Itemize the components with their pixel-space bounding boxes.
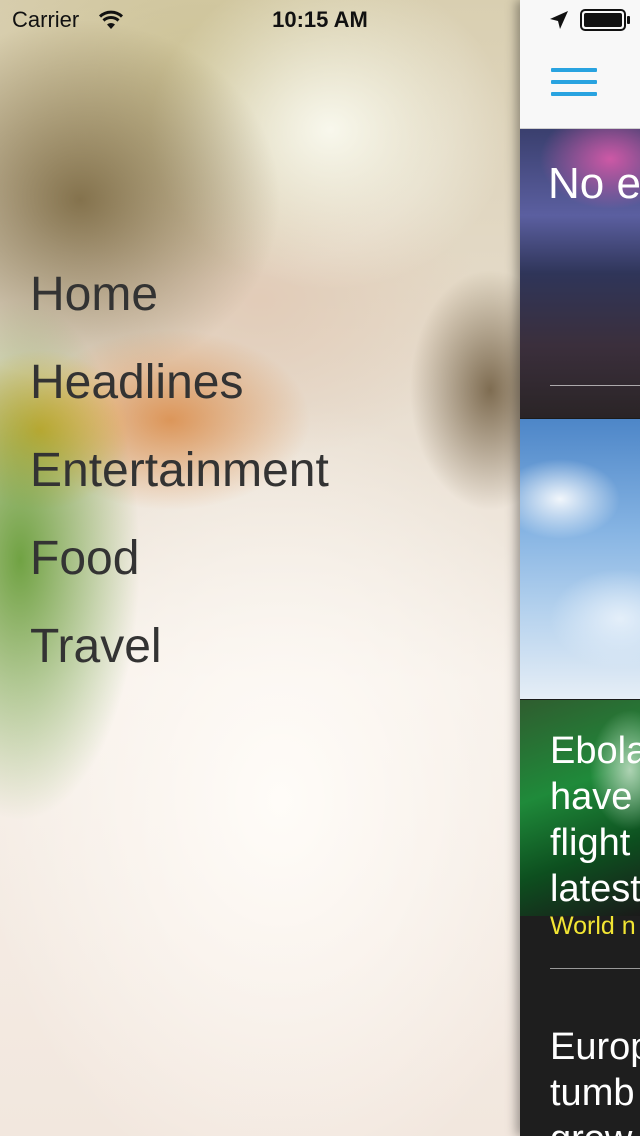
story-title-line: latest	[550, 868, 640, 910]
news-card[interactable]: Ebola have flight latest World n Europ t…	[520, 700, 640, 1136]
screen: Carrier 10:15 AM Home Headlines Entertai…	[0, 0, 640, 1136]
divider	[550, 385, 640, 386]
battery-icon	[580, 9, 630, 31]
menu-item-food[interactable]: Food	[30, 526, 329, 614]
news-card[interactable]: No e	[520, 129, 640, 418]
hamburger-bar	[551, 68, 597, 72]
hamburger-bar	[551, 80, 597, 84]
story-title-line: Europ	[550, 1026, 640, 1068]
content-panel[interactable]: No e Ebola have flight latest World n Eu…	[520, 0, 640, 1136]
story-title-line: tumb	[550, 1072, 635, 1114]
side-menu: Home Headlines Entertainment Food Travel	[30, 262, 329, 702]
location-icon	[550, 11, 568, 29]
menu-item-entertainment[interactable]: Entertainment	[30, 438, 329, 526]
hamburger-icon[interactable]	[551, 68, 597, 96]
card-title: No e	[548, 159, 640, 208]
story-title-line: grow	[550, 1116, 640, 1136]
clock: 10:15 AM	[272, 7, 368, 32]
news-card-image[interactable]	[520, 419, 640, 699]
divider	[550, 968, 640, 969]
next-story-title: Europ tumb grow	[550, 1024, 640, 1136]
status-bar: Carrier 10:15 AM	[0, 0, 640, 40]
story-title-line: Ebola	[550, 730, 640, 772]
hamburger-bar	[551, 92, 597, 96]
story-category: World n	[550, 912, 636, 940]
story-title-line: have	[550, 776, 633, 818]
story-title-line: flight	[550, 822, 631, 864]
menu-item-travel[interactable]: Travel	[30, 614, 329, 702]
menu-item-home[interactable]: Home	[30, 262, 329, 350]
menu-item-headlines[interactable]: Headlines	[30, 350, 329, 438]
story-title: Ebola have flight latest	[550, 728, 640, 912]
